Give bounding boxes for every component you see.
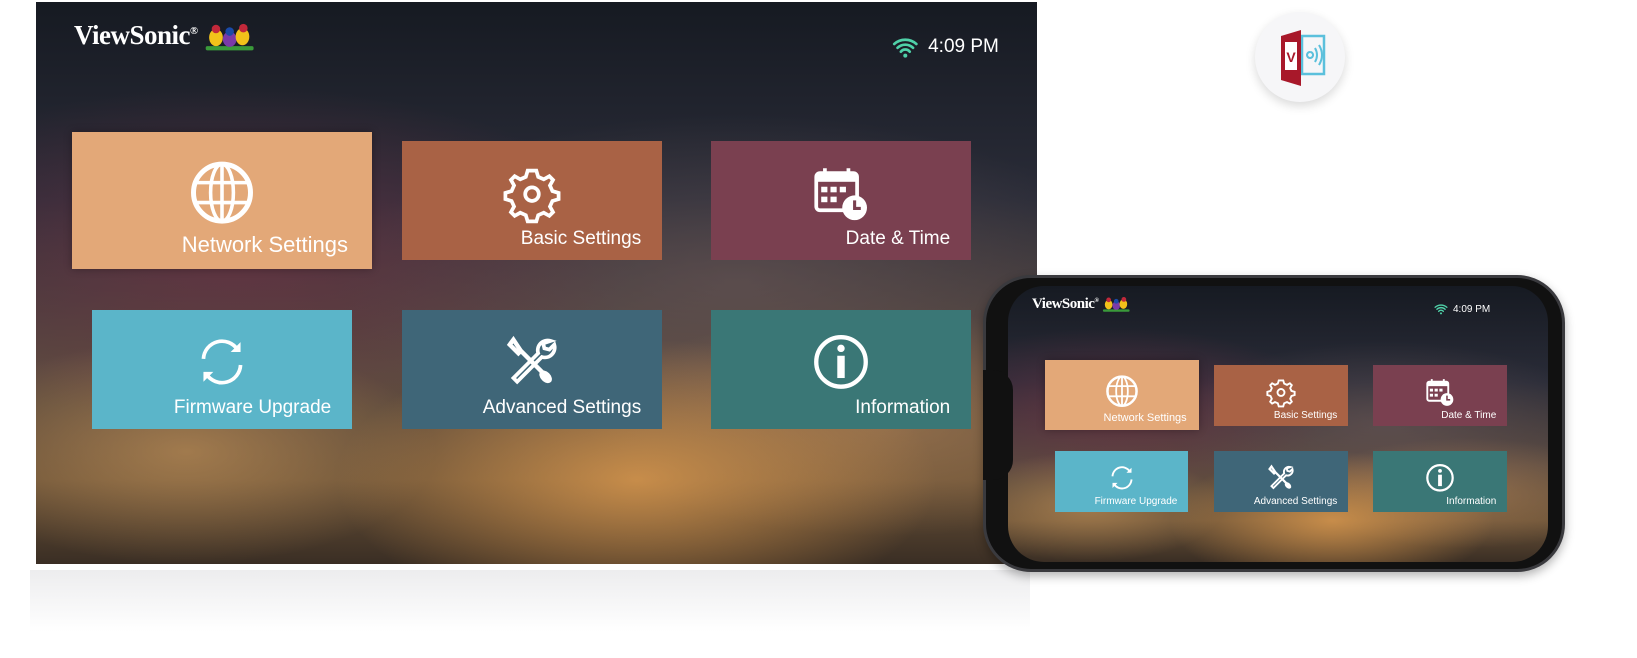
gear-icon bbox=[503, 169, 561, 224]
phone-notch bbox=[983, 370, 1013, 480]
tile-label: Advanced Settings bbox=[1253, 496, 1338, 508]
status-bar: 4:09 PM bbox=[892, 34, 999, 61]
calendar-clock-icon bbox=[1426, 379, 1454, 406]
gear-icon bbox=[1266, 379, 1296, 408]
svg-text:V: V bbox=[1286, 49, 1296, 65]
tile-label: Advanced Settings bbox=[482, 397, 642, 419]
tile-label: Firmware Upgrade bbox=[1094, 496, 1178, 508]
globe-icon bbox=[1106, 374, 1138, 407]
menu-tile-network-settings[interactable]: Network Settings bbox=[1045, 360, 1199, 430]
menu-tile-network-settings[interactable]: Network Settings bbox=[72, 132, 372, 269]
viewsonic-birds-logo bbox=[1102, 297, 1130, 312]
info-icon bbox=[814, 335, 868, 390]
viewsonic-logo: ViewSonic® bbox=[1032, 296, 1130, 313]
globe-icon bbox=[191, 161, 253, 224]
menu-tile-date-time[interactable]: Date & Time bbox=[711, 141, 971, 260]
menu-tile-advanced-settings[interactable]: Advanced Settings bbox=[402, 310, 662, 429]
menu-tile-firmware-upgrade[interactable]: Firmware Upgrade bbox=[92, 310, 352, 429]
menu-tile-advanced-settings[interactable]: Advanced Settings bbox=[1214, 451, 1348, 512]
phone-screen: ViewSonic® 4:09 PM Network Settings Basic … bbox=[1008, 286, 1548, 562]
clock-time: 4:09 PM bbox=[928, 36, 999, 58]
tile-label: Network Settings bbox=[181, 232, 348, 258]
tile-label: Information bbox=[1446, 496, 1497, 508]
wifi-icon bbox=[892, 38, 918, 58]
tile-label: Basic Settings bbox=[520, 228, 642, 250]
status-bar: 4:09 PM bbox=[1434, 302, 1490, 316]
menu-tile-firmware-upgrade[interactable]: Firmware Upgrade bbox=[1055, 451, 1188, 512]
cast-app-button[interactable]: V bbox=[1255, 12, 1345, 102]
screen-cast-app-icon: V bbox=[1281, 30, 1326, 86]
tile-label: Firmware Upgrade bbox=[173, 397, 332, 419]
tools-icon bbox=[506, 336, 557, 385]
info-icon bbox=[1426, 464, 1454, 492]
logo-text: ViewSonic bbox=[1032, 296, 1095, 313]
logo-text: ViewSonic bbox=[74, 20, 191, 50]
wifi-icon bbox=[1434, 304, 1448, 315]
tile-label: Date & Time bbox=[845, 228, 951, 250]
viewsonic-birds-logo bbox=[205, 24, 254, 51]
menu-tile-basic-settings[interactable]: Basic Settings bbox=[1214, 365, 1348, 426]
viewsonic-logo: ViewSonic® bbox=[74, 20, 255, 53]
tile-label: Network Settings bbox=[1103, 412, 1187, 425]
menu-tile-information[interactable]: Information bbox=[711, 310, 971, 429]
calendar-clock-icon bbox=[814, 168, 867, 221]
menu-tile-information[interactable]: Information bbox=[1373, 451, 1507, 512]
refresh-icon bbox=[201, 339, 243, 385]
tile-label: Information bbox=[855, 397, 951, 419]
tools-icon bbox=[1268, 464, 1294, 490]
menu-tile-basic-settings[interactable]: Basic Settings bbox=[402, 141, 662, 260]
tile-label: Basic Settings bbox=[1273, 410, 1338, 422]
projector-screen: ViewSonic® 4:09 PM Network Settings Basic … bbox=[36, 2, 1037, 564]
menu-tile-date-time[interactable]: Date & Time bbox=[1373, 365, 1507, 426]
clock-time: 4:09 PM bbox=[1453, 303, 1491, 315]
tile-label: Date & Time bbox=[1441, 410, 1497, 422]
screen-reflection bbox=[30, 570, 1030, 632]
refresh-icon bbox=[1111, 466, 1132, 490]
